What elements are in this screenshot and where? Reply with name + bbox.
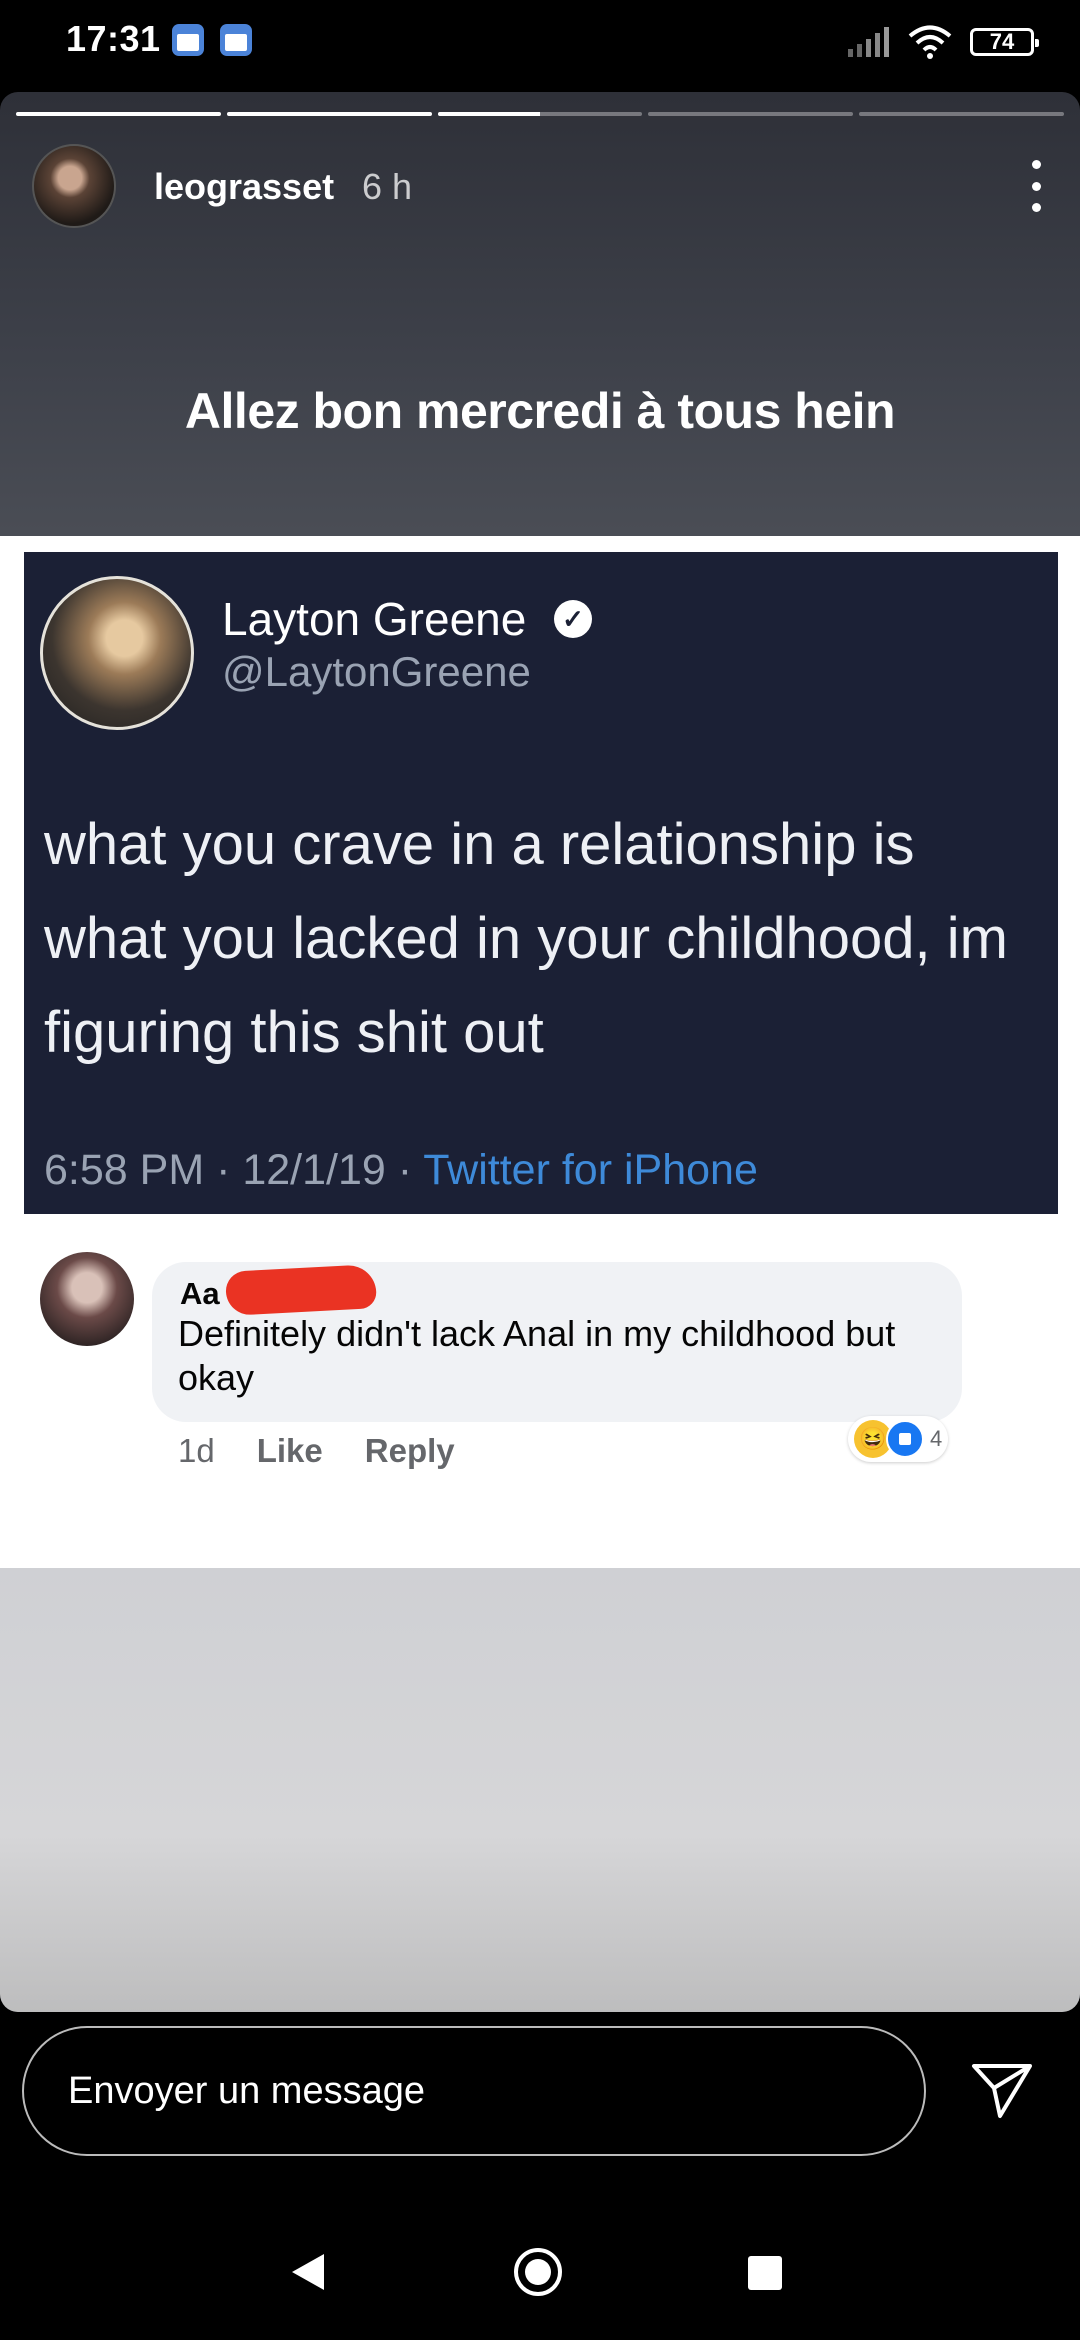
status-icons: 74 [848, 24, 1039, 60]
story-progress-segment [16, 112, 221, 116]
comment-reply: Reply [364, 1432, 455, 1469]
comment-bubble: Aa Definitely didn't lack Anal in my chi… [152, 1262, 962, 1422]
story-progress [16, 112, 1064, 116]
comment-text: Definitely didn't lack Anal in my childh… [178, 1313, 896, 1398]
battery-level: 74 [989, 29, 1015, 54]
nav-recents-button[interactable] [748, 2256, 782, 2290]
battery-icon: 74 [970, 28, 1039, 56]
more-options-icon[interactable] [1024, 154, 1048, 218]
tweet-text: what you crave in a relationship is what… [44, 812, 1008, 1065]
status-time: 17:31 [66, 18, 161, 59]
reaction-count: 4 [930, 1426, 943, 1451]
story-progress-fill [16, 112, 221, 116]
story-header: leograsset 6 h [32, 144, 1048, 228]
facebook-comment: Aa Definitely didn't lack Anal in my chi… [0, 1236, 1080, 1570]
story-progress-segment [437, 112, 643, 116]
message-input[interactable]: Envoyer un message [22, 2026, 926, 2156]
story-progress-fill [437, 112, 540, 116]
tweet-avatar [40, 576, 194, 730]
wifi-icon [908, 25, 952, 59]
comment-author: Aa [180, 1276, 220, 1311]
commenter-avatar [40, 1252, 134, 1346]
status-bar: 17:31 74 [0, 0, 1080, 90]
comment-age: 1d [178, 1432, 215, 1469]
story-progress-segment [648, 112, 854, 116]
calendar-icon [220, 24, 252, 56]
story-progress-fill [226, 112, 432, 116]
signal-icon [848, 27, 889, 57]
story-time-ago: 6 h [362, 166, 413, 207]
story-progress-segment [226, 112, 432, 116]
story-progress-segment [859, 112, 1064, 116]
comment-actions: 1d Like Reply [178, 1432, 455, 1470]
calendar-icon [172, 24, 204, 56]
story-viewer[interactable]: leograsset 6 h Allez bon mercredi à tous… [0, 92, 1080, 2012]
story-caption: Allez bon mercredi à tous hein [184, 383, 896, 439]
redaction-scribble [224, 1264, 378, 1316]
tweet-card: Layton Greene ✓ @LaytonGreene what you c… [24, 552, 1058, 1214]
tweet-source: Twitter for iPhone [423, 1146, 758, 1194]
story-username[interactable]: leograsset [154, 166, 334, 208]
nav-home-button[interactable] [514, 2248, 562, 2296]
verified-icon: ✓ [554, 600, 592, 638]
like-reaction-icon [886, 1420, 924, 1458]
avatar[interactable] [32, 144, 116, 228]
comment-reactions: 😆 4 [848, 1416, 949, 1462]
send-icon[interactable] [970, 2060, 1034, 2120]
comment-like: Like [256, 1432, 323, 1469]
tweet-author-name: Layton Greene [222, 593, 527, 645]
story-background-bottom [0, 1568, 1080, 2012]
message-placeholder: Envoyer un message [68, 2069, 425, 2112]
tweet-meta: 6:58 PM · 12/1/19 · Twitter for iPhone [44, 1146, 758, 1195]
shared-image: Layton Greene ✓ @LaytonGreene what you c… [0, 536, 1080, 1570]
nav-back-button[interactable] [292, 2254, 324, 2290]
tweet-date: 6:58 PM · 12/1/19 · [44, 1146, 424, 1194]
tweet-handle: @LaytonGreene [222, 648, 531, 695]
